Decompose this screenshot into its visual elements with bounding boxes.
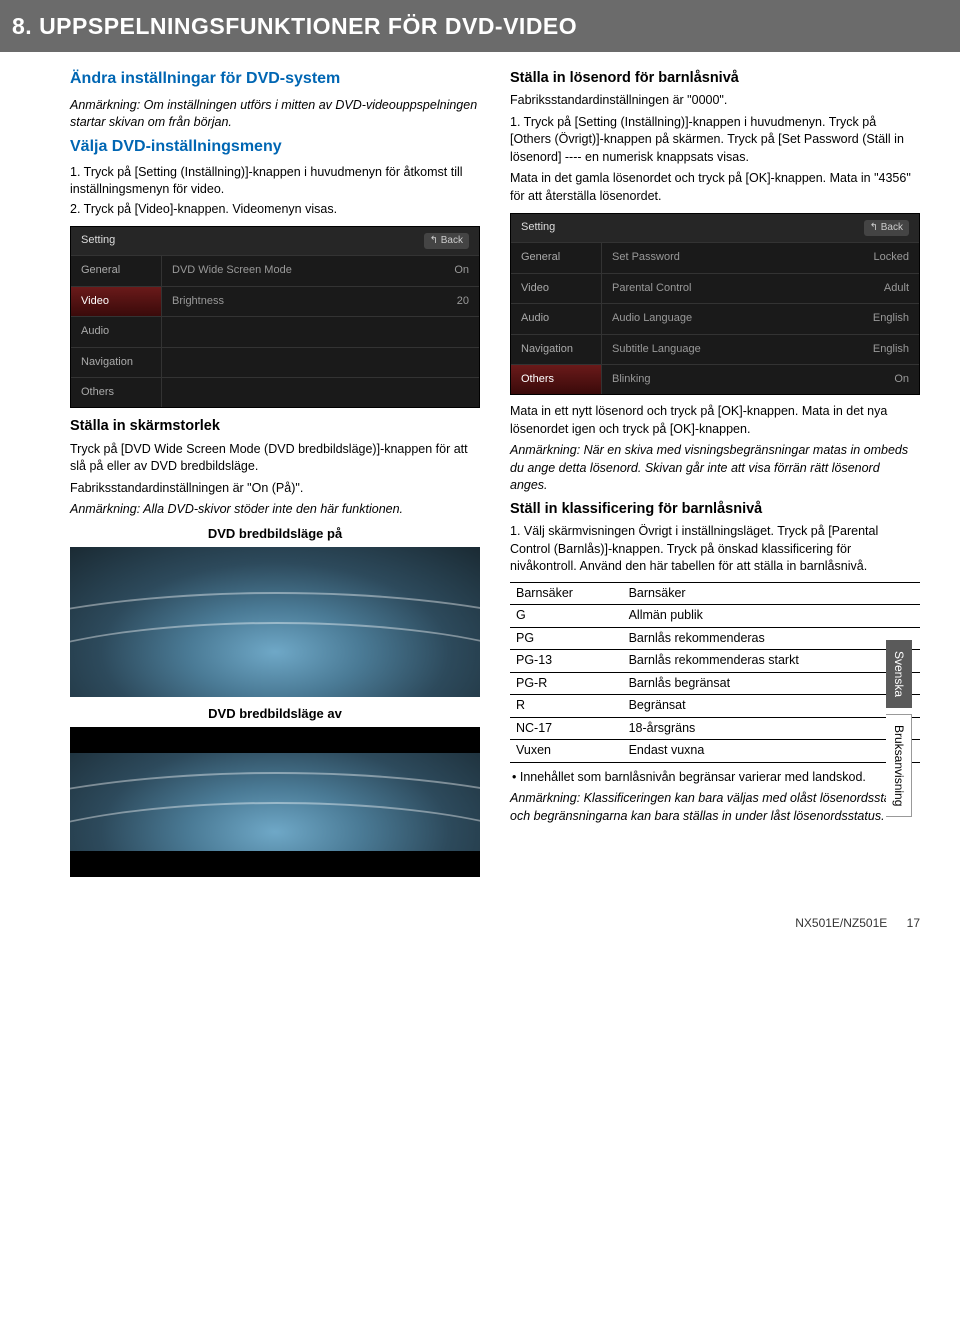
heading: Ställ in klassificering för barnlåsnivå (510, 499, 920, 519)
note: Anmärkning: När en skiva med visningsbeg… (510, 442, 920, 495)
footer: NX501E/NZ501E 17 (70, 915, 920, 932)
menu-title: Setting (521, 220, 555, 236)
page-number: 17 (907, 916, 920, 930)
settings-menu-screenshot: Setting ↰ Back GeneralDVD Wide Screen Mo… (70, 226, 480, 408)
side-tabs: Svenska Bruksanvisning (886, 640, 912, 817)
menu-side-item: Navigation (511, 334, 601, 364)
menu-side-item: Audio (511, 303, 601, 333)
menu-side-item: Others (511, 364, 601, 394)
right-column: Ställa in lösenord för barnlåsnivå Fabri… (510, 64, 920, 885)
paragraph: Mata in det gamla lösenordet och tryck p… (510, 170, 920, 205)
widescreen-on-image (70, 547, 480, 697)
back-button: ↰ Back (424, 233, 469, 249)
back-button: ↰ Back (864, 220, 909, 236)
step: 1. Tryck på [Setting (Inställning)]-knap… (70, 164, 480, 199)
table-row: GAllmän publik (510, 605, 920, 628)
widescreen-off-image (70, 727, 480, 877)
step: 2. Tryck på [Video]-knappen. Videomenyn … (70, 201, 480, 219)
menu-title: Setting (81, 233, 115, 249)
table-row: RBegränsat (510, 695, 920, 718)
table-row: NC-1718-årsgräns (510, 717, 920, 740)
menu-side-item: General (71, 255, 161, 285)
tab-manual: Bruksanvisning (886, 714, 912, 817)
menu-side-item: Video (71, 286, 161, 316)
menu-cell: Parental ControlAdult (601, 273, 919, 303)
heading: Ställa in lösenord för barnlåsnivå (510, 68, 920, 88)
left-column: Ändra inställningar för DVD-system Anmär… (70, 64, 480, 885)
heading: Ändra inställningar för DVD-system (70, 68, 480, 90)
rating-table: BarnsäkerBarnsäkerGAllmän publikPGBarnlå… (510, 582, 920, 763)
table-row: PG-13Barnlås rekommenderas starkt (510, 650, 920, 673)
note: Anmärkning: Klassificeringen kan bara vä… (510, 790, 920, 825)
table-row: PGBarnlås rekommenderas (510, 627, 920, 650)
menu-cell (161, 347, 479, 377)
step: 1. Välj skärmvisningen Övrigt i inställn… (510, 523, 920, 576)
menu-cell: BlinkingOn (601, 364, 919, 394)
menu-cell: Brightness20 (161, 286, 479, 316)
paragraph: Tryck på [DVD Wide Screen Mode (DVD bred… (70, 441, 480, 476)
table-row: VuxenEndast vuxna (510, 740, 920, 763)
tab-language: Svenska (886, 640, 912, 708)
menu-side-item: General (511, 242, 601, 272)
menu-cell: DVD Wide Screen ModeOn (161, 255, 479, 285)
paragraph: Fabriksstandardinställningen är "On (På)… (70, 480, 480, 498)
note: Anmärkning: Om inställningen utförs i mi… (70, 97, 480, 132)
menu-side-item: Others (71, 377, 161, 407)
page-title: 8. UPPSPELNINGSFUNKTIONER FÖR DVD-VIDEO (0, 0, 960, 52)
note: Anmärkning: Alla DVD-skivor stöder inte … (70, 501, 480, 519)
menu-cell: Subtitle LanguageEnglish (601, 334, 919, 364)
menu-side-item: Audio (71, 316, 161, 346)
menu-cell: Set PasswordLocked (601, 242, 919, 272)
step: 1. Tryck på [Setting (Inställning)]-knap… (510, 114, 920, 167)
table-row: PG-RBarnlås begränsat (510, 672, 920, 695)
heading: Ställa in skärmstorlek (70, 416, 480, 436)
menu-cell (161, 316, 479, 346)
table-row: BarnsäkerBarnsäker (510, 582, 920, 605)
model-number: NX501E/NZ501E (795, 916, 887, 930)
menu-side-item: Navigation (71, 347, 161, 377)
menu-cell (161, 377, 479, 407)
caption: DVD bredbildsläge på (70, 525, 480, 543)
bullet: • Innehållet som barnlåsnivån begränsar … (510, 769, 920, 787)
menu-side-item: Video (511, 273, 601, 303)
caption: DVD bredbildsläge av (70, 705, 480, 723)
paragraph: Mata in ett nytt lösenord och tryck på [… (510, 403, 920, 438)
heading: Välja DVD-inställningsmeny (70, 136, 480, 158)
settings-menu-screenshot: Setting ↰ Back GeneralSet PasswordLocked… (510, 213, 920, 395)
menu-cell: Audio LanguageEnglish (601, 303, 919, 333)
paragraph: Fabriksstandardinställningen är "0000". (510, 92, 920, 110)
